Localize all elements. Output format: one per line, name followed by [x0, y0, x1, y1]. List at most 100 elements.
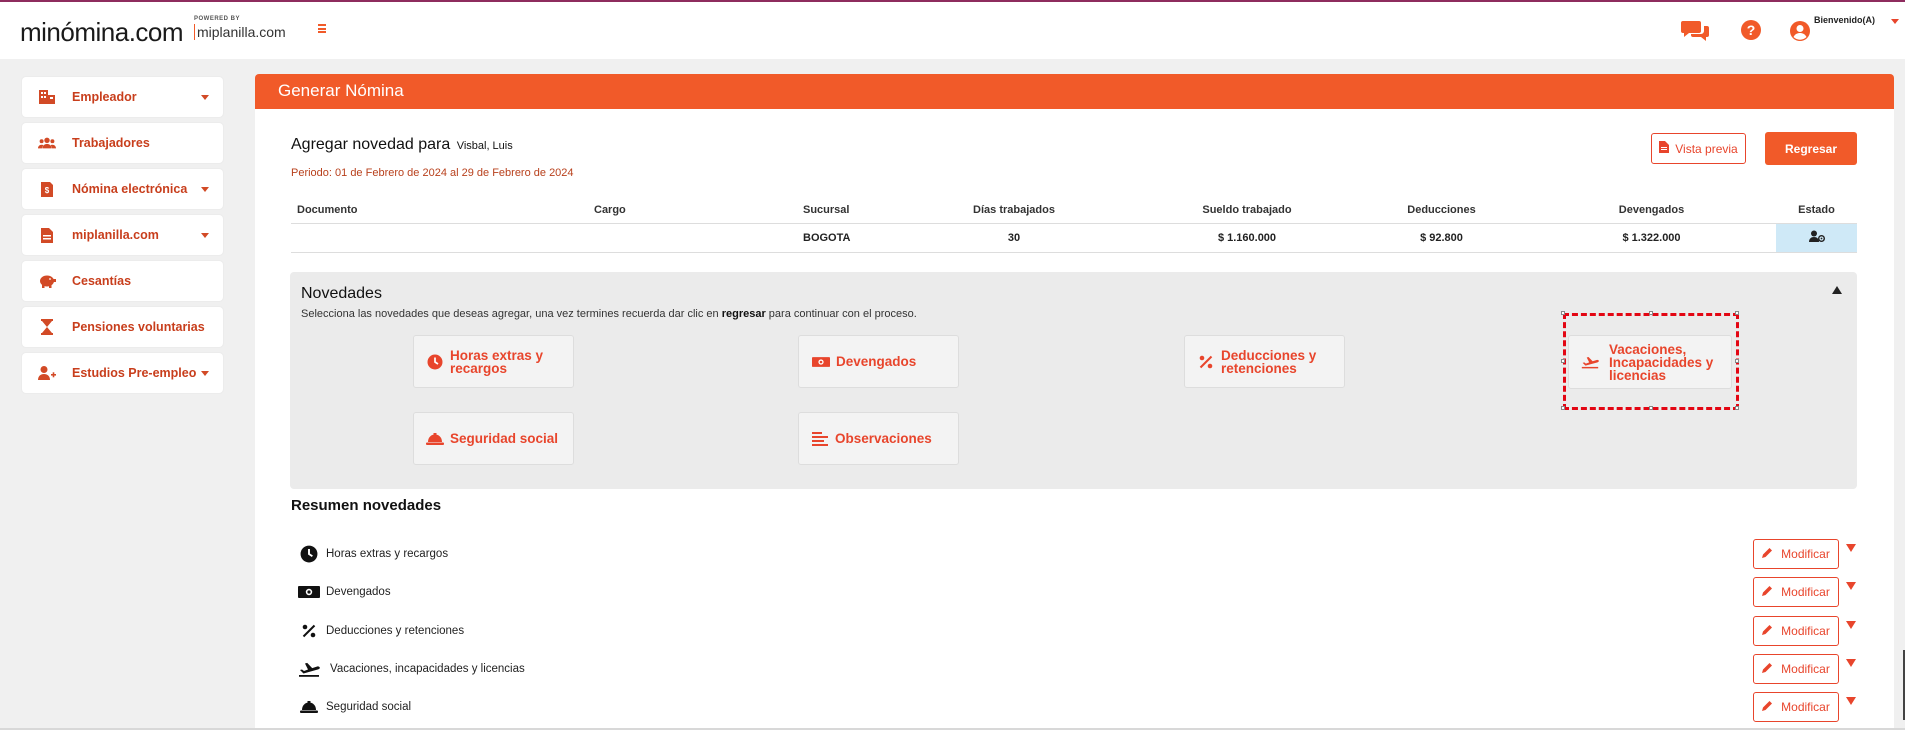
sidebar-item-label: Estudios Pre-empleo [72, 366, 197, 380]
building-icon [38, 88, 56, 106]
clock-icon [426, 353, 444, 371]
expand-down-icon[interactable] [1846, 544, 1856, 552]
sidebar-item-label: Nómina electrónica [72, 182, 188, 196]
resumen-item-devengados: Devengados [298, 577, 391, 607]
powered-by-brand: miplanilla.com [194, 24, 286, 40]
modify-button[interactable]: Modificar [1753, 616, 1839, 646]
agregar-label: Agregar novedad para [291, 136, 451, 153]
pencil-icon [1762, 700, 1773, 714]
sidebar-item-trabajadores[interactable]: Trabajadores [22, 123, 223, 163]
users-icon [38, 134, 56, 152]
sidebar-item-empleador[interactable]: Empleador [22, 77, 223, 117]
modify-button[interactable]: Modificar [1753, 577, 1839, 607]
novedades-title: Novedades [301, 285, 382, 302]
sidebar-item-label: Cesantías [72, 274, 132, 288]
pdf-file-icon [1659, 141, 1670, 156]
sidebar-item-nomina-electronica[interactable]: $ Nómina electrónica [22, 169, 223, 209]
powered-by: POWERED BY miplanilla.com [194, 16, 286, 40]
novedad-card-seguridad-social[interactable]: Seguridad social [413, 412, 574, 465]
table-row: BOGOTA 30 $ 1.160.000 $ 92.800 $ 1.322.0… [291, 223, 1857, 253]
novedad-card-deducciones[interactable]: Deducciones y retenciones [1184, 335, 1345, 388]
page-header: Generar Nómina [255, 74, 1894, 109]
selection-handle [1561, 311, 1565, 315]
user-avatar-icon[interactable] [1789, 20, 1811, 47]
expand-down-icon[interactable] [1846, 621, 1856, 629]
selection-handle [1561, 406, 1565, 410]
pencil-icon [1762, 547, 1773, 561]
modify-button[interactable]: Modificar [1753, 654, 1839, 684]
preview-button-label: Vista previa [1675, 141, 1738, 156]
welcome-label[interactable]: Bienvenido(A) [1814, 15, 1875, 25]
document-icon [38, 226, 56, 244]
selection-handle [1649, 311, 1653, 315]
agregar-novedad-heading: Agregar novedad para Visbal, Luis [291, 136, 513, 154]
modify-button-label: Modificar [1781, 585, 1830, 599]
cell-sucursal: BOGOTA [803, 223, 890, 253]
sidebar-item-pensiones-voluntarias[interactable]: Pensiones voluntarias [22, 307, 223, 347]
hard-hat-icon [426, 430, 444, 448]
modify-button[interactable]: Modificar [1753, 692, 1839, 722]
expand-down-icon[interactable] [1846, 697, 1856, 705]
column-header: Sueldo trabajado [1138, 198, 1356, 224]
resumen-item-horas-extras: Horas extras y recargos [298, 539, 448, 569]
column-header: Sucursal [803, 198, 890, 224]
sidebar-item-label: Empleador [72, 90, 137, 104]
resumen-item-vacaciones: Vacaciones, incapacidades y licencias [298, 654, 525, 684]
modify-button-label: Modificar [1781, 624, 1830, 638]
help-icon[interactable]: ? [1740, 19, 1762, 46]
chevron-down-icon [201, 371, 209, 376]
column-header: Deducciones [1356, 198, 1527, 224]
hourglass-icon [38, 318, 56, 336]
cell-estado[interactable] [1776, 223, 1857, 253]
novedad-card-devengados[interactable]: Devengados [798, 335, 959, 388]
resumen-item-label: Deducciones y retenciones [326, 625, 465, 637]
cell-documento [291, 223, 594, 253]
novedad-card-horas-extras[interactable]: Horas extras y recargos [413, 335, 574, 388]
selection-handle [1735, 406, 1739, 410]
preview-button[interactable]: Vista previa [1651, 133, 1746, 164]
sidebar-item-estudios-pre-empleo[interactable]: Estudios Pre-empleo [22, 353, 223, 393]
cell-deducciones: $ 92.800 [1356, 223, 1527, 253]
novedad-card-observaciones[interactable]: Observaciones [798, 412, 959, 465]
app-logo[interactable]: minómina.com [20, 17, 184, 48]
plane-icon [298, 660, 320, 678]
user-plus-icon [38, 364, 56, 382]
modify-button-label: Modificar [1781, 662, 1830, 676]
pencil-icon [1762, 662, 1773, 676]
novedades-description: Selecciona las novedades que deseas agre… [301, 308, 917, 320]
sidebar-item-cesantias[interactable]: Cesantías [22, 261, 223, 301]
sidebar-item-label: Pensiones voluntarias [72, 320, 205, 334]
sidebar-item-label: Trabajadores [72, 136, 150, 150]
pencil-icon [1762, 585, 1773, 599]
cell-sueldo: $ 1.160.000 [1138, 223, 1356, 253]
modify-button[interactable]: Modificar [1753, 539, 1839, 569]
resumen-item-label: Vacaciones, incapacidades y licencias [330, 663, 525, 675]
app-header: minómina.com POWERED BY miplanilla.com ?… [0, 2, 1905, 59]
resumen-title: Resumen novedades [291, 497, 442, 514]
menu-toggle-icon[interactable] [318, 24, 326, 33]
resumen-item-seguridad-social: Seguridad social [298, 692, 411, 722]
column-header: Días trabajados [890, 198, 1138, 224]
column-header: Estado [1776, 198, 1857, 224]
chat-icon[interactable] [1680, 19, 1710, 48]
svg-text:?: ? [1747, 22, 1756, 38]
expand-down-icon[interactable] [1846, 582, 1856, 590]
page-title: Generar Nómina [278, 81, 404, 100]
sidebar: Empleador Trabajadores $ Nómina electrón… [22, 77, 223, 399]
novedad-card-label: Observaciones [835, 431, 932, 446]
expand-down-icon[interactable] [1846, 659, 1856, 667]
money-icon [298, 583, 320, 601]
selection-handle [1649, 406, 1653, 410]
collapse-up-icon[interactable] [1832, 286, 1842, 294]
cell-dias: 30 [890, 223, 1138, 253]
invoice-icon: $ [38, 180, 56, 198]
column-header: Documento [291, 198, 594, 224]
chevron-down-icon[interactable] [1891, 19, 1899, 24]
money-icon [812, 353, 830, 371]
sidebar-item-miplanilla[interactable]: miplanilla.com [22, 215, 223, 255]
employee-table: Documento Cargo Sucursal Días trabajados… [291, 198, 1857, 253]
selection-highlight [1563, 313, 1739, 410]
chevron-down-icon [201, 95, 209, 100]
back-button[interactable]: Regresar [1765, 132, 1857, 165]
user-settings-icon[interactable] [1808, 230, 1825, 245]
